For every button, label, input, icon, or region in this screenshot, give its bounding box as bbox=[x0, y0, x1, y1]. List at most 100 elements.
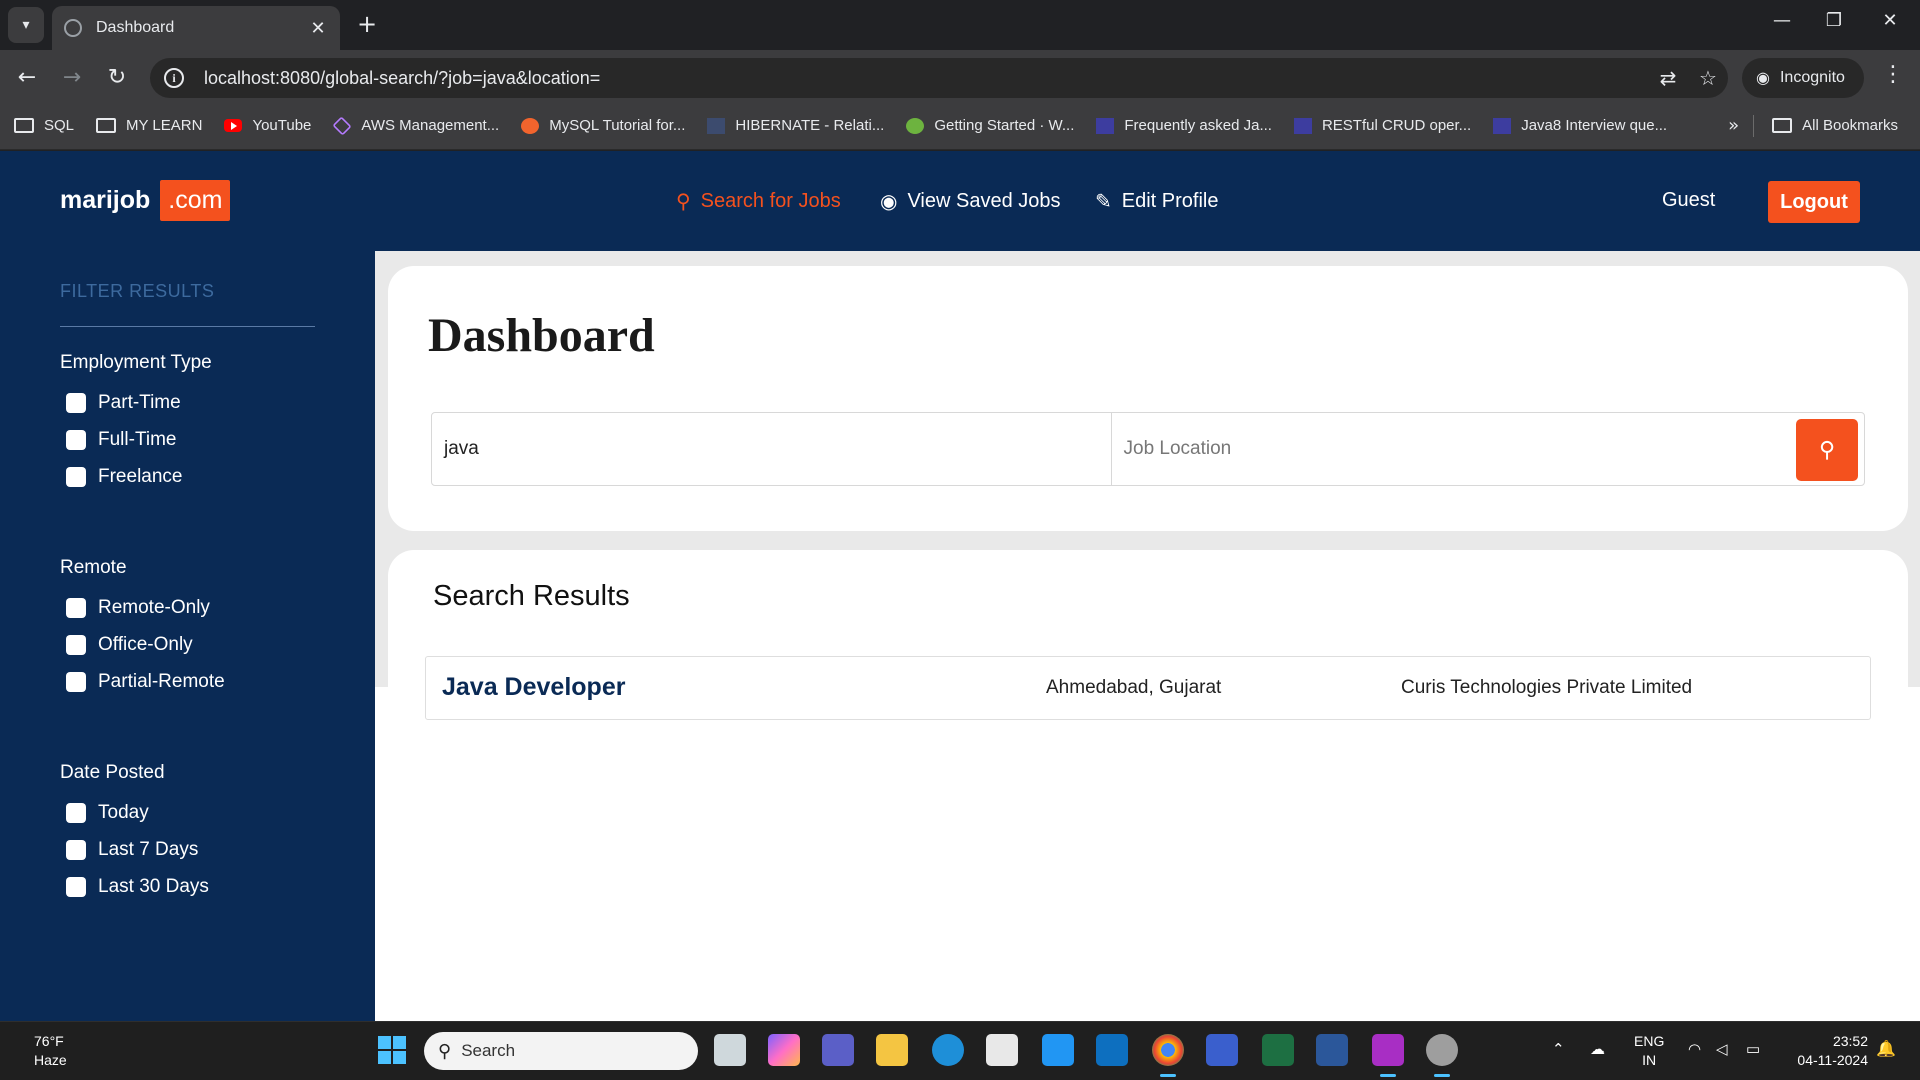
nav-search-jobs[interactable]: ⚲ Search for Jobs bbox=[676, 189, 841, 214]
chevron-up-icon[interactable]: ⌃ bbox=[1552, 1040, 1565, 1058]
myhp-icon[interactable] bbox=[1042, 1034, 1074, 1066]
bookmark-mysql[interactable]: MySQL Tutorial for... bbox=[521, 117, 685, 134]
page-title: Dashboard bbox=[428, 309, 655, 362]
wifi-icon[interactable]: ◠ bbox=[1688, 1040, 1701, 1058]
filter-option[interactable]: Freelance bbox=[60, 458, 212, 495]
filter-option[interactable]: Full-Time bbox=[60, 421, 212, 458]
battery-icon[interactable]: ▭ bbox=[1746, 1040, 1760, 1058]
bookmark-label: Frequently asked Ja... bbox=[1124, 117, 1272, 134]
bookmark-label: Getting Started · W... bbox=[934, 117, 1075, 134]
reload-button[interactable]: ↻ bbox=[100, 60, 134, 94]
chrome-icon[interactable] bbox=[1152, 1034, 1184, 1077]
address-bar[interactable]: i localhost:8080/global-search/?job=java… bbox=[150, 58, 1728, 98]
vscode-icon[interactable] bbox=[1096, 1034, 1128, 1066]
onedrive-cloud-icon[interactable]: ☁ bbox=[1590, 1040, 1605, 1058]
browser-menu-button[interactable]: ⋮ bbox=[1878, 62, 1908, 87]
bookmark-label: All Bookmarks bbox=[1802, 117, 1898, 134]
close-window-button[interactable]: ✕ bbox=[1870, 10, 1910, 31]
filter-group-title: Date Posted bbox=[60, 762, 165, 783]
filter-option[interactable]: Partial-Remote bbox=[60, 663, 225, 700]
notification-bell-icon[interactable]: 🔔 bbox=[1876, 1039, 1896, 1059]
bookmark-label: YouTube bbox=[252, 117, 312, 134]
bookmark-youtube[interactable]: YouTube bbox=[224, 117, 311, 134]
nav-saved-jobs[interactable]: ◉ View Saved Jobs bbox=[880, 189, 1061, 214]
windows-logo-icon bbox=[378, 1051, 391, 1064]
reload-icon: ↻ bbox=[107, 64, 127, 90]
remote-desktop-icon[interactable] bbox=[1206, 1034, 1238, 1066]
filter-group-date-posted: Date Posted Today Last 7 Days Last 30 Da… bbox=[60, 762, 209, 905]
checkbox[interactable] bbox=[66, 466, 86, 487]
filter-option[interactable]: Last 30 Days bbox=[60, 868, 209, 905]
tab-search-button[interactable]: ▾ bbox=[8, 7, 44, 43]
brand-logo[interactable]: marijob .com bbox=[60, 180, 231, 221]
file-explorer-icon[interactable] bbox=[876, 1034, 908, 1066]
filter-option-label: Today bbox=[98, 801, 149, 823]
system-clock[interactable]: 23:52 04-11-2024 bbox=[1784, 1032, 1868, 1070]
checkbox[interactable] bbox=[66, 634, 86, 655]
more-bookmarks-icon[interactable]: » bbox=[1728, 115, 1739, 136]
filter-option[interactable]: Office-Only bbox=[60, 626, 225, 663]
filter-option[interactable]: Remote-Only bbox=[60, 589, 225, 626]
job-query-input[interactable]: java bbox=[432, 413, 1112, 485]
search-submit-button[interactable]: ⚲ bbox=[1796, 419, 1858, 481]
bookmark-frequently-asked[interactable]: Frequently asked Ja... bbox=[1096, 117, 1272, 134]
filter-option[interactable]: Today bbox=[60, 794, 209, 831]
all-bookmarks[interactable]: All Bookmarks bbox=[1772, 117, 1898, 134]
settings-icon[interactable] bbox=[1426, 1034, 1458, 1077]
info-icon[interactable]: i bbox=[164, 68, 184, 88]
intellij-icon[interactable] bbox=[1372, 1034, 1404, 1077]
bookmark-java8[interactable]: Java8 Interview que... bbox=[1493, 117, 1667, 134]
nav-label: View Saved Jobs bbox=[907, 190, 1061, 212]
tab-dashboard[interactable]: Dashboard ✕ bbox=[52, 6, 340, 50]
checkbox[interactable] bbox=[66, 392, 86, 413]
new-tab-button[interactable]: + bbox=[352, 10, 382, 38]
checkbox[interactable] bbox=[66, 429, 86, 450]
weather-widget[interactable]: 76°F Haze bbox=[34, 1032, 67, 1070]
excel-icon[interactable] bbox=[1262, 1034, 1294, 1066]
close-tab-icon[interactable]: ✕ bbox=[308, 18, 328, 39]
bookmark-aws[interactable]: AWS Management... bbox=[332, 115, 499, 136]
bookmark-divider bbox=[1753, 114, 1755, 137]
nav-edit-profile[interactable]: ✎ Edit Profile bbox=[1095, 189, 1218, 214]
folder-icon bbox=[14, 118, 34, 133]
spring-icon bbox=[906, 117, 925, 134]
checkbox[interactable] bbox=[66, 597, 86, 618]
start-button[interactable] bbox=[378, 1036, 406, 1064]
bookmark-star-icon[interactable]: ☆ bbox=[1688, 66, 1728, 90]
taskbar-search[interactable]: ⚲ Search bbox=[424, 1032, 698, 1070]
translate-icon[interactable]: ⇄ bbox=[1648, 66, 1688, 90]
site-icon bbox=[1293, 117, 1312, 134]
copilot-icon[interactable] bbox=[768, 1034, 800, 1066]
teams-icon[interactable] bbox=[822, 1034, 854, 1066]
edge-icon[interactable] bbox=[932, 1034, 964, 1066]
volume-icon[interactable]: ◁ bbox=[1716, 1040, 1728, 1058]
restore-button[interactable]: ❐ bbox=[1814, 10, 1854, 31]
checkbox[interactable] bbox=[66, 802, 86, 823]
language-indicator[interactable]: ENG IN bbox=[1634, 1032, 1664, 1070]
incognito-badge[interactable]: ◉ Incognito bbox=[1742, 58, 1864, 98]
checkbox[interactable] bbox=[66, 876, 86, 897]
bookmark-my-learn[interactable]: MY LEARN bbox=[96, 117, 202, 134]
filter-option[interactable]: Last 7 Days bbox=[60, 831, 209, 868]
back-button[interactable]: ← bbox=[10, 60, 44, 94]
minimize-button[interactable]: — bbox=[1762, 10, 1802, 31]
logout-button[interactable]: Logout bbox=[1768, 181, 1860, 223]
nav-label: Edit Profile bbox=[1121, 190, 1219, 212]
tab-title: Dashboard bbox=[96, 19, 175, 36]
bookmark-hibernate[interactable]: HIBERNATE - Relati... bbox=[707, 117, 884, 134]
url-text[interactable]: localhost:8080/global-search/?job=java&l… bbox=[204, 68, 1648, 89]
bookmark-getting-started[interactable]: Getting Started · W... bbox=[906, 117, 1074, 134]
bookmark-restful[interactable]: RESTful CRUD oper... bbox=[1293, 117, 1471, 134]
checkbox[interactable] bbox=[66, 839, 86, 860]
result-job-title[interactable]: Java Developer bbox=[442, 673, 625, 702]
forward-button[interactable]: → bbox=[55, 60, 89, 94]
result-row[interactable]: Java Developer Ahmedabad, Gujarat Curis … bbox=[425, 656, 1871, 720]
word-icon[interactable] bbox=[1316, 1034, 1348, 1066]
youtube-icon bbox=[224, 119, 243, 132]
task-view-icon[interactable] bbox=[714, 1034, 746, 1066]
bookmark-sql[interactable]: SQL bbox=[14, 117, 74, 134]
filter-option[interactable]: Part-Time bbox=[60, 384, 212, 421]
checkbox[interactable] bbox=[66, 671, 86, 692]
job-location-input[interactable]: Job Location bbox=[1112, 413, 1791, 485]
store-icon[interactable] bbox=[986, 1034, 1018, 1066]
